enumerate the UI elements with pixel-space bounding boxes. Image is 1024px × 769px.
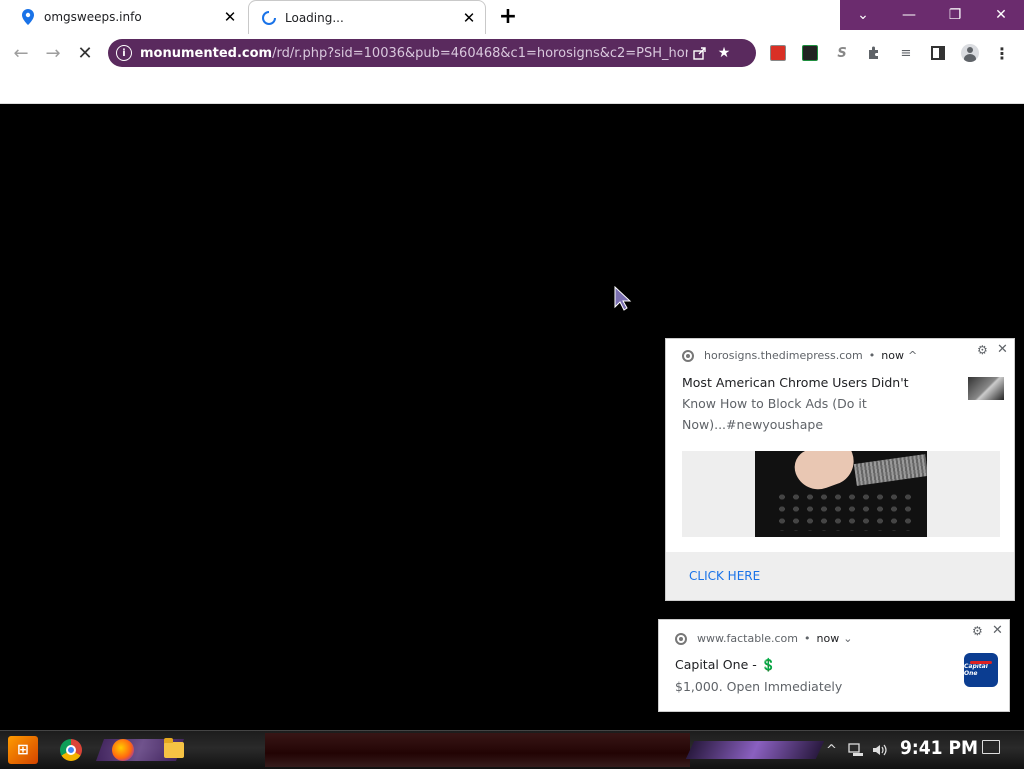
notification-footer: CLICK HERE [666, 552, 1014, 600]
chrome-icon [675, 632, 687, 645]
notification-header: horosigns.thedimepress.com • now ^ [682, 349, 917, 362]
url-text[interactable]: monumented.com/rd/r.php?sid=10036&pub=46… [140, 46, 688, 61]
tab-search-button[interactable]: ⌄ [840, 0, 886, 30]
notification-time: now [816, 632, 840, 645]
notification-time: now [881, 349, 904, 362]
gear-icon[interactable]: ⚙ [972, 624, 983, 638]
start-button[interactable]: ⊞ [8, 736, 38, 764]
notification-body-line: Know How to Block Ads (Do it [682, 396, 867, 411]
media-icon[interactable]: ≡ [896, 43, 916, 63]
notification-horosigns[interactable]: horosigns.thedimepress.com • now ^ ⚙ ✕ M… [665, 338, 1015, 601]
back-button[interactable]: ← [8, 40, 34, 66]
url-host: monumented.com [140, 45, 273, 61]
tab-strip: omgsweeps.info ✕ Loading... ✕ + ⌄ — ❐ ✕ [0, 0, 1024, 34]
gear-icon[interactable]: ⚙ [977, 343, 988, 357]
notification-factable[interactable]: www.factable.com • now ⌄ ⚙ ✕ Capital One… [658, 619, 1010, 712]
chevron-down-icon[interactable]: ⌄ [843, 632, 852, 645]
green-extension-icon[interactable] [800, 43, 820, 63]
puzzle-extension-icon[interactable] [864, 43, 884, 63]
notification-body: Know How to Block Ads (Do it Now)...#new… [682, 393, 867, 435]
click-here-button[interactable]: CLICK HERE [689, 569, 760, 583]
close-window-button[interactable]: ✕ [978, 0, 1024, 30]
action-center-icon[interactable] [982, 740, 1000, 754]
bookmark-star-icon[interactable]: ★ [712, 41, 736, 65]
stop-button[interactable]: ✕ [72, 40, 98, 66]
share-icon[interactable] [688, 41, 712, 65]
minimize-button[interactable]: — [886, 0, 932, 30]
notification-source: horosigns.thedimepress.com [704, 349, 863, 362]
bookmarks-bar [0, 72, 1024, 104]
separator-dot: • [868, 349, 876, 362]
capital-one-logo: Capital One [964, 653, 998, 687]
url-path: /rd/r.php?sid=10036&pub=460468&c1=horosi… [272, 45, 688, 61]
sidepanel-icon[interactable] [928, 43, 948, 63]
notification-title: Capital One - 💲 [675, 657, 777, 672]
notification-body-line: Now)...#newyoushape [682, 417, 824, 432]
tab-title: omgsweeps.info [44, 10, 142, 24]
volume-icon[interactable] [872, 738, 888, 762]
file-explorer-icon[interactable] [162, 736, 186, 764]
red-extension-icon[interactable] [768, 43, 788, 63]
spinner-icon [261, 10, 277, 26]
tab-close-icon[interactable]: ✕ [459, 8, 479, 28]
notification-thumbnail [968, 377, 1004, 400]
taskbar-decoration [685, 741, 825, 759]
chrome-icon [682, 349, 694, 362]
browser-toolbar: ← → ✕ i monumented.com/rd/r.php?sid=1003… [0, 34, 1024, 72]
notification-image [682, 451, 1000, 537]
notification-source: www.factable.com [697, 632, 798, 645]
site-info-icon[interactable]: i [116, 45, 132, 61]
location-pin-icon [20, 9, 36, 25]
firefox-taskbar-icon[interactable] [110, 736, 136, 764]
tab-title: Loading... [285, 10, 344, 25]
restore-button[interactable]: ❐ [932, 0, 978, 30]
notification-header: www.factable.com • now ⌄ [675, 632, 852, 645]
tab-loading[interactable]: Loading... ✕ [248, 0, 486, 34]
keyboard-photo [755, 451, 927, 537]
close-icon[interactable]: ✕ [992, 623, 1003, 638]
tab-omgsweeps[interactable]: omgsweeps.info ✕ [0, 0, 246, 34]
notification-title: Most American Chrome Users Didn't [682, 375, 909, 390]
tab-close-icon[interactable]: ✕ [220, 7, 240, 27]
window-controls: ⌄ — ❐ ✕ [840, 0, 1024, 30]
taskbar: ⊞ ^ 9:41 PM [0, 730, 1024, 769]
close-icon[interactable]: ✕ [997, 342, 1008, 357]
network-icon[interactable] [848, 738, 864, 762]
separator-dot: • [804, 632, 811, 645]
capital-one-logo-text: Capital One [964, 663, 988, 677]
address-bar[interactable]: i monumented.com/rd/r.php?sid=10036&pub=… [108, 39, 756, 67]
tray-overflow-icon[interactable]: ^ [826, 738, 837, 762]
taskbar-window-area[interactable] [265, 733, 690, 767]
notification-body: $1,000. Open Immediately [675, 679, 843, 694]
forward-button[interactable]: → [40, 40, 66, 66]
profile-icon[interactable] [960, 43, 980, 63]
mouse-cursor-icon [614, 286, 632, 311]
chrome-taskbar-icon[interactable] [58, 736, 84, 764]
taskbar-clock[interactable]: 9:41 PM [900, 737, 978, 759]
new-tab-button[interactable]: + [496, 6, 520, 28]
menu-icon[interactable]: ⋮ [992, 43, 1012, 63]
s-extension-icon[interactable]: S [832, 43, 852, 63]
chevron-up-icon[interactable]: ^ [908, 349, 917, 362]
